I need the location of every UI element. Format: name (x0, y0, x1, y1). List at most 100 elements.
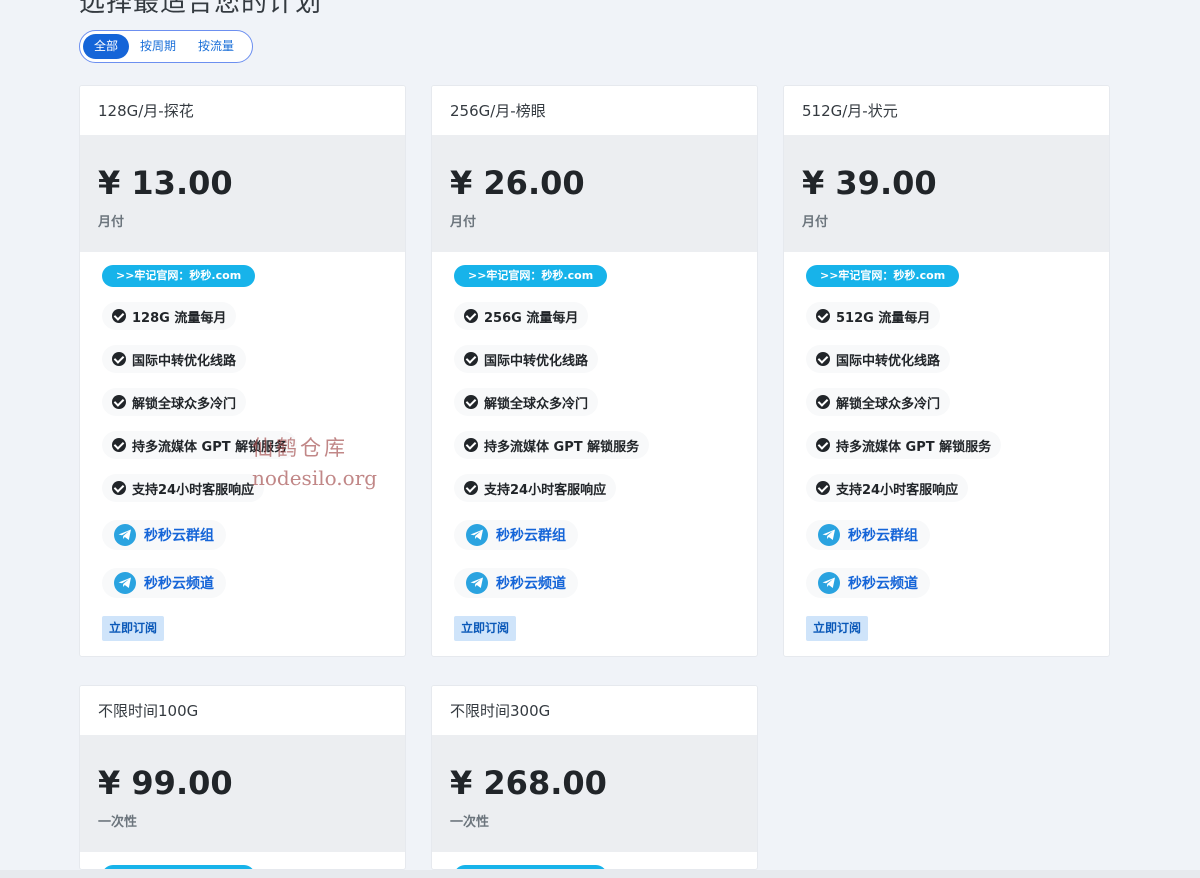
telegram-channel-link[interactable]: 秒秒云频道 (454, 568, 578, 598)
feature-label: 512G 流量每月 (836, 310, 931, 326)
telegram-group-label: 秒秒云群组 (144, 528, 214, 544)
feature-item: 解锁全球众多冷门 (806, 388, 951, 416)
telegram-channel-link[interactable]: 秒秒云频道 (806, 568, 930, 598)
subscribe-button[interactable]: 立即订阅 (806, 616, 869, 641)
feature-label: 持多流媒体 GPT 解锁服务 (484, 439, 640, 455)
plan-body: >>牢记官网：秒秒.com (432, 852, 757, 869)
page-title: 选择最适合您的计划 (79, 0, 323, 18)
plan-price-box: ¥ 39.00 月付 (784, 135, 1109, 252)
telegram-group-link[interactable]: 秒秒云群组 (454, 520, 578, 550)
check-circle-icon (464, 481, 478, 495)
telegram-group-link[interactable]: 秒秒云群组 (806, 520, 930, 550)
plans-page: 选择最适合您的计划 全部 按周期 按流量 128G/月-探花 ¥ 13.00 月… (0, 0, 1200, 878)
official-site-badge: >>牢记官网：秒秒.com (102, 265, 256, 287)
plan-title: 不限时间100G (80, 686, 405, 735)
feature-item: 支持24小时客服响应 (806, 474, 969, 502)
filter-by-period[interactable]: 按周期 (129, 34, 187, 59)
official-site-badge: >>牢记官网：秒秒.com (454, 265, 608, 287)
plan-card-512g: 512G/月-状元 ¥ 39.00 月付 >>牢记官网：秒秒.com 512G … (783, 85, 1110, 657)
telegram-channel-link[interactable]: 秒秒云频道 (102, 568, 226, 598)
check-circle-icon (464, 395, 478, 409)
feature-item: 持多流媒体 GPT 解锁服务 (102, 431, 298, 459)
telegram-icon (466, 572, 488, 594)
check-circle-icon (816, 309, 830, 323)
feature-label: 支持24小时客服响应 (484, 482, 607, 498)
check-circle-icon (816, 481, 830, 495)
feature-label: 支持24小时客服响应 (132, 482, 255, 498)
bottom-edge (0, 870, 1200, 878)
plan-title: 不限时间300G (432, 686, 757, 735)
feature-item: 支持24小时客服响应 (102, 474, 265, 502)
plan-title: 512G/月-状元 (784, 86, 1109, 135)
telegram-icon (818, 572, 840, 594)
feature-label: 持多流媒体 GPT 解锁服务 (836, 439, 992, 455)
check-circle-icon (816, 395, 830, 409)
check-circle-icon (464, 309, 478, 323)
check-circle-icon (112, 438, 126, 452)
telegram-icon (114, 572, 136, 594)
feature-item: 持多流媒体 GPT 解锁服务 (806, 431, 1002, 459)
telegram-icon (466, 524, 488, 546)
feature-label: 国际中转优化线路 (484, 353, 589, 369)
check-circle-icon (112, 481, 126, 495)
check-circle-icon (464, 438, 478, 452)
telegram-channel-label: 秒秒云频道 (848, 576, 918, 592)
plan-filter: 全部 按周期 按流量 (79, 30, 253, 63)
feature-label: 国际中转优化线路 (132, 353, 237, 369)
plan-title: 256G/月-榜眼 (432, 86, 757, 135)
plan-price-box: ¥ 26.00 月付 (432, 135, 757, 252)
feature-label: 解锁全球众多冷门 (836, 396, 941, 412)
subscribe-button[interactable]: 立即订阅 (102, 616, 165, 641)
subscribe-button[interactable]: 立即订阅 (454, 616, 517, 641)
check-circle-icon (464, 352, 478, 366)
check-circle-icon (112, 395, 126, 409)
telegram-channel-label: 秒秒云频道 (496, 576, 566, 592)
plan-price: ¥ 99.00 (98, 764, 233, 802)
feature-item: 国际中转优化线路 (806, 345, 951, 373)
plan-card-300g-onetime: 不限时间300G ¥ 268.00 一次性 >>牢记官网：秒秒.com (431, 685, 758, 870)
feature-label: 128G 流量每月 (132, 310, 227, 326)
plan-title: 128G/月-探花 (80, 86, 405, 135)
feature-item: 512G 流量每月 (806, 302, 941, 330)
feature-label: 解锁全球众多冷门 (484, 396, 589, 412)
telegram-group-link[interactable]: 秒秒云群组 (102, 520, 226, 550)
plan-price: ¥ 39.00 (802, 164, 937, 202)
feature-label: 解锁全球众多冷门 (132, 396, 237, 412)
filter-by-traffic[interactable]: 按流量 (187, 34, 245, 59)
feature-item: 256G 流量每月 (454, 302, 589, 330)
plan-price-box: ¥ 99.00 一次性 (80, 735, 405, 852)
feature-label: 支持24小时客服响应 (836, 482, 959, 498)
feature-item: 国际中转优化线路 (454, 345, 599, 373)
filter-all[interactable]: 全部 (83, 34, 130, 59)
plan-body: >>牢记官网：秒秒.com 512G 流量每月 国际中转优化线路 解锁全球众多冷… (784, 252, 1109, 655)
check-circle-icon (112, 309, 126, 323)
feature-label: 256G 流量每月 (484, 310, 579, 326)
plan-period: 一次性 (98, 815, 138, 830)
telegram-icon (818, 524, 840, 546)
plan-period: 一次性 (450, 815, 490, 830)
plan-body: >>牢记官网：秒秒.com 128G 流量每月 国际中转优化线路 解锁全球众多冷… (80, 252, 405, 655)
plan-body: >>牢记官网：秒秒.com (80, 852, 405, 869)
feature-item: 解锁全球众多冷门 (102, 388, 247, 416)
feature-item: 国际中转优化线路 (102, 345, 247, 373)
check-circle-icon (112, 352, 126, 366)
telegram-icon (114, 524, 136, 546)
feature-item: 支持24小时客服响应 (454, 474, 617, 502)
plan-card-100g-onetime: 不限时间100G ¥ 99.00 一次性 >>牢记官网：秒秒.com (79, 685, 406, 870)
plan-period: 月付 (450, 215, 477, 230)
official-site-badge: >>牢记官网：秒秒.com (806, 265, 960, 287)
plan-card-128g: 128G/月-探花 ¥ 13.00 月付 >>牢记官网：秒秒.com 128G … (79, 85, 406, 657)
feature-item: 持多流媒体 GPT 解锁服务 (454, 431, 650, 459)
plan-price: ¥ 26.00 (450, 164, 585, 202)
plan-body: >>牢记官网：秒秒.com 256G 流量每月 国际中转优化线路 解锁全球众多冷… (432, 252, 757, 655)
plan-price: ¥ 13.00 (98, 164, 233, 202)
feature-label: 持多流媒体 GPT 解锁服务 (132, 439, 288, 455)
check-circle-icon (816, 438, 830, 452)
telegram-group-label: 秒秒云群组 (496, 528, 566, 544)
feature-item: 解锁全球众多冷门 (454, 388, 599, 416)
plan-price-box: ¥ 13.00 月付 (80, 135, 405, 252)
plan-period: 月付 (98, 215, 125, 230)
telegram-group-label: 秒秒云群组 (848, 528, 918, 544)
check-circle-icon (816, 352, 830, 366)
feature-item: 128G 流量每月 (102, 302, 237, 330)
